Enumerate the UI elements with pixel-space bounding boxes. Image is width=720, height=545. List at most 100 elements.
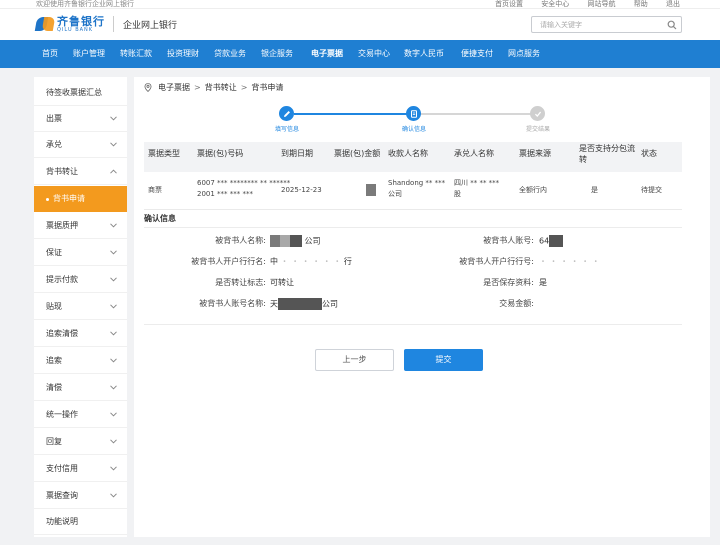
chevron-down-icon (110, 277, 117, 282)
chevron-down-icon (110, 304, 117, 309)
step-1-label: 填写信息 (274, 126, 299, 133)
nav-loans[interactable]: 贷款业务 (214, 40, 246, 68)
sidebar-item-pledge[interactable]: 票据质押 (34, 213, 127, 239)
field-value-endorsee-bank-name: 中 ・ ・ ・ ・ ・ ・ 行 (270, 257, 352, 266)
step-3-label: 提交结果 (525, 126, 550, 133)
chevron-down-icon (110, 358, 117, 363)
breadcrumb: 电子票据 > 背书转让 > 背书申请 (144, 82, 283, 93)
header: 齐鲁银行 QILU BANK 企业网上银行 (0, 9, 720, 40)
document-icon (410, 109, 417, 118)
section-divider (144, 227, 682, 228)
top-strip: 欢迎使用齐鲁银行企业网上银行 首页设置 安全中心 网站导航 帮助 退出 (0, 0, 720, 9)
logo-name: 齐鲁银行 (57, 14, 105, 28)
field-value-save-info: 是 (539, 278, 547, 287)
nav-trading[interactable]: 交易中心 (358, 40, 390, 68)
top-link-home-settings[interactable]: 首页设置 (495, 0, 523, 8)
sidebar-item-settle[interactable]: 清偿 (34, 375, 127, 401)
nav-payment[interactable]: 便捷支付 (461, 40, 493, 68)
nav-corporate[interactable]: 银企服务 (261, 40, 293, 68)
field-label-endorsee-bank-name: 被背书人开户行行名: (191, 257, 266, 266)
location-pin-icon (144, 83, 152, 92)
logo-divider (113, 16, 114, 32)
sidebar-item-unified-ops[interactable]: 统一操作 (34, 402, 127, 428)
breadcrumb-item-e-bills[interactable]: 电子票据 (158, 82, 190, 93)
step-connector-pending (417, 113, 533, 115)
sidebar-item-payment-credit[interactable]: 支付信用 (34, 456, 127, 482)
top-link-security[interactable]: 安全中心 (541, 0, 569, 8)
field-value-endorsee-account-name: 天公司 (270, 298, 338, 310)
top-link-logout[interactable]: 退出 (666, 0, 680, 8)
chevron-down-icon (110, 412, 117, 417)
step-3-circle (530, 106, 545, 121)
field-label-trade-amount: 交易金额: (499, 299, 534, 308)
nav-digital-rmb[interactable]: 数字人民币 (404, 40, 444, 68)
field-value-endorsee-account: 64 (539, 235, 564, 247)
nav-branch[interactable]: 网点服务 (508, 40, 540, 68)
nav-investment[interactable]: 投资理财 (167, 40, 199, 68)
site-subtitle: 企业网上银行 (123, 20, 178, 31)
chevron-up-icon (110, 169, 117, 174)
submit-button[interactable]: 提交 (404, 349, 483, 371)
sidebar-item-guarantee[interactable]: 保证 (34, 240, 127, 266)
sidebar-item-issue[interactable]: 出票 (34, 106, 127, 132)
field-label-transfer-flag: 是否转让标志: (215, 278, 266, 287)
bank-logo[interactable]: 齐鲁银行 QILU BANK 企业网上银行 (34, 14, 178, 33)
sidebar-item-discount[interactable]: 贴现 (34, 294, 127, 320)
top-links: 首页设置 安全中心 网站导航 帮助 退出 (479, 0, 680, 9)
chevron-down-icon (110, 142, 117, 147)
field-value-endorsee-bank-code: ・ ・ ・ ・ ・ ・ (539, 257, 600, 266)
sidebar-item-pending-summary[interactable]: 待签收票据汇总 (34, 80, 127, 106)
nav-account[interactable]: 账户管理 (73, 40, 105, 68)
nav-home[interactable]: 首页 (42, 40, 58, 68)
field-label-endorsee-account: 被背书人账号: (483, 236, 534, 245)
chevron-down-icon (110, 385, 117, 390)
step-2-circle (406, 106, 421, 121)
sidebar-item-reply[interactable]: 回复 (34, 429, 127, 455)
sidebar-subitem-endorse-apply[interactable]: 背书申请 (34, 186, 127, 212)
field-value-endorsee-name: 公司 (270, 235, 321, 247)
chevron-down-icon (110, 439, 117, 444)
field-label-endorsee-name: 被背书人名称: (215, 236, 266, 245)
chevron-down-icon (110, 250, 117, 255)
pencil-icon (283, 110, 290, 117)
prev-step-button[interactable]: 上一步 (315, 349, 394, 371)
field-label-endorsee-account-name: 被背书人账号名称: (199, 299, 266, 308)
top-link-site-nav[interactable]: 网站导航 (588, 0, 616, 8)
step-connector-done (294, 113, 410, 115)
chevron-down-icon (110, 331, 117, 336)
section-title-confirm: 确认信息 (144, 214, 176, 223)
check-icon (534, 111, 541, 117)
top-link-help[interactable]: 帮助 (634, 0, 648, 8)
search-icon[interactable] (667, 20, 677, 30)
sidebar-item-accept[interactable]: 承兑 (34, 132, 127, 158)
logo-icon (34, 15, 56, 33)
main-panel: 电子票据 > 背书转让 > 背书申请 填写信息 确认信息 提交结果 票据类型 票… (134, 77, 710, 537)
chevron-down-icon (110, 466, 117, 471)
step-1-circle (279, 106, 294, 121)
sidebar-item-payment-request[interactable]: 提示付款 (34, 267, 127, 293)
nav-transfer[interactable]: 转账汇款 (120, 40, 152, 68)
sidebar-item-recourse-settle[interactable]: 追索清偿 (34, 321, 127, 347)
step-2-label: 确认信息 (401, 126, 426, 133)
sidebar-item-endorse[interactable]: 背书转让 (34, 159, 127, 185)
nav-e-bills[interactable]: 电子票据 (311, 40, 343, 68)
field-label-save-info: 是否保存资料: (483, 278, 534, 287)
search-box (531, 16, 682, 33)
sidebar: 待签收票据汇总 出票 承兑 背书转让 背书申请 票据质押 保证 提示付款 贴现 … (34, 77, 127, 537)
main-nav: 首页 账户管理 转账汇款 投资理财 贷款业务 银企服务 电子票据 交易中心 数字… (0, 40, 720, 68)
sidebar-item-help[interactable]: 功能说明 (34, 509, 127, 535)
breadcrumb-item-endorse[interactable]: 背书转让 (205, 82, 237, 93)
field-label-endorsee-bank-code: 被背书人开户行行号: (459, 257, 534, 266)
search-input[interactable] (532, 17, 662, 32)
breadcrumb-item-current: 背书申请 (251, 83, 284, 92)
form-bottom-divider (144, 324, 682, 325)
chevron-down-icon (110, 116, 117, 121)
welcome-text: 欢迎使用齐鲁银行企业网上银行 (36, 0, 134, 8)
chevron-down-icon (110, 223, 117, 228)
sidebar-item-bill-query[interactable]: 票据查询 (34, 483, 127, 509)
sidebar-item-recourse[interactable]: 追索 (34, 348, 127, 374)
table-row[interactable]: 商票 6007 *** ******** ** ****** 2001 *** … (144, 172, 682, 210)
field-value-transfer-flag: 可转让 (270, 278, 294, 287)
amount-masked (366, 184, 376, 196)
logo-english: QILU BANK (57, 26, 94, 33)
